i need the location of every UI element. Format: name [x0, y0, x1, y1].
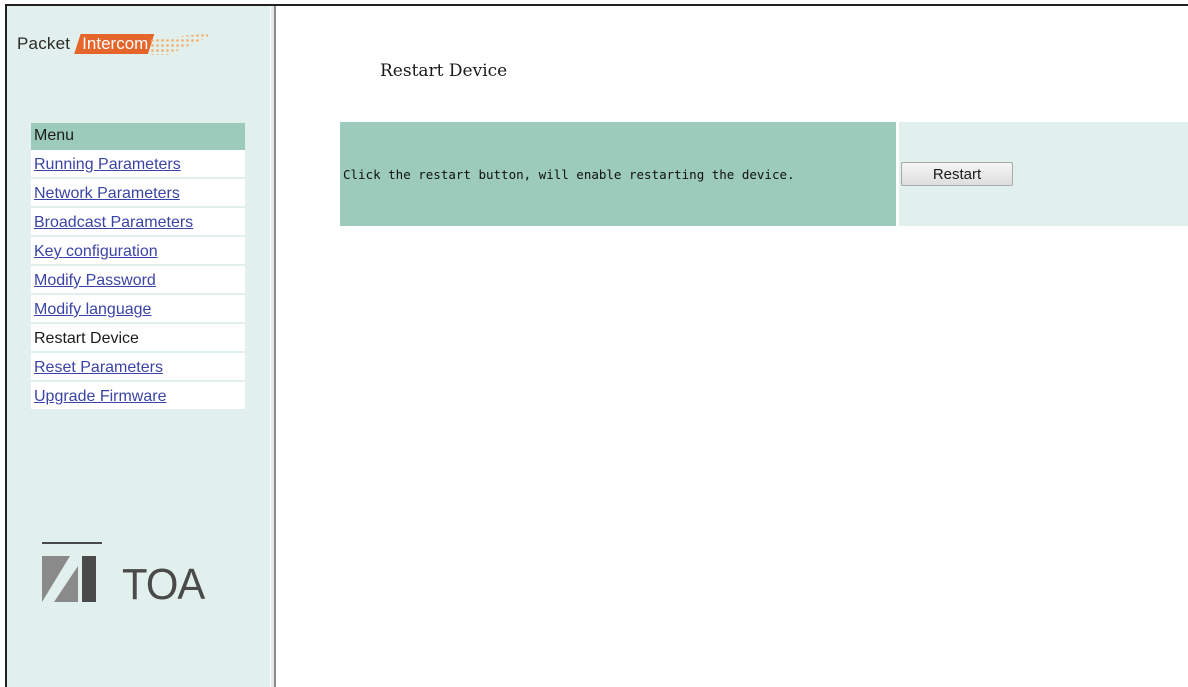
restart-panel: Click the restart button, will enable re…	[340, 122, 1188, 226]
main-content: Restart Device Click the restart button,…	[278, 6, 1188, 687]
restart-action-cell: Restart	[899, 122, 1188, 226]
menu-link-running-parameters[interactable]: Running Parameters	[34, 156, 181, 173]
brand-dots-decoration	[150, 33, 209, 55]
frame-splitter[interactable]	[270, 6, 276, 687]
menu-item-upgrade-firmware: Upgrade Firmware	[31, 382, 245, 411]
menu-item-running-parameters: Running Parameters	[31, 150, 245, 179]
brand-intercom-text: Intercom	[74, 34, 155, 54]
toa-logo: TOA	[38, 532, 238, 622]
menu-item-network-parameters: Network Parameters	[31, 179, 245, 208]
menu-link-broadcast-parameters[interactable]: Broadcast Parameters	[34, 214, 193, 231]
restart-instruction: Click the restart button, will enable re…	[340, 122, 896, 226]
menu-link-upgrade-firmware[interactable]: Upgrade Firmware	[34, 388, 166, 405]
packet-intercom-logo: Packet Intercom	[17, 32, 209, 56]
menu-item-restart-device: Restart Device	[31, 324, 245, 353]
sidebar-menu: Menu Running Parameters Network Paramete…	[31, 123, 245, 411]
menu-link-network-parameters[interactable]: Network Parameters	[34, 185, 180, 202]
toa-logo-text: TOA	[122, 560, 205, 609]
menu-item-modify-language: Modify language	[31, 295, 245, 324]
menu-link-modify-password[interactable]: Modify Password	[34, 272, 156, 289]
menu-current-restart-device: Restart Device	[34, 330, 139, 347]
restart-button[interactable]: Restart	[901, 162, 1013, 186]
menu-item-modify-password: Modify Password	[31, 266, 245, 295]
menu-link-key-configuration[interactable]: Key configuration	[34, 243, 158, 260]
menu-link-modify-language[interactable]: Modify language	[34, 301, 151, 318]
menu-item-reset-parameters: Reset Parameters	[31, 353, 245, 382]
brand-packet-text: Packet	[17, 34, 71, 53]
menu-item-broadcast-parameters: Broadcast Parameters	[31, 208, 245, 237]
toa-mark-icon	[42, 542, 102, 602]
menu-link-reset-parameters[interactable]: Reset Parameters	[34, 359, 163, 376]
page-title: Restart Device	[380, 61, 508, 81]
menu-header: Menu	[31, 123, 245, 150]
menu-item-key-configuration: Key configuration	[31, 237, 245, 266]
